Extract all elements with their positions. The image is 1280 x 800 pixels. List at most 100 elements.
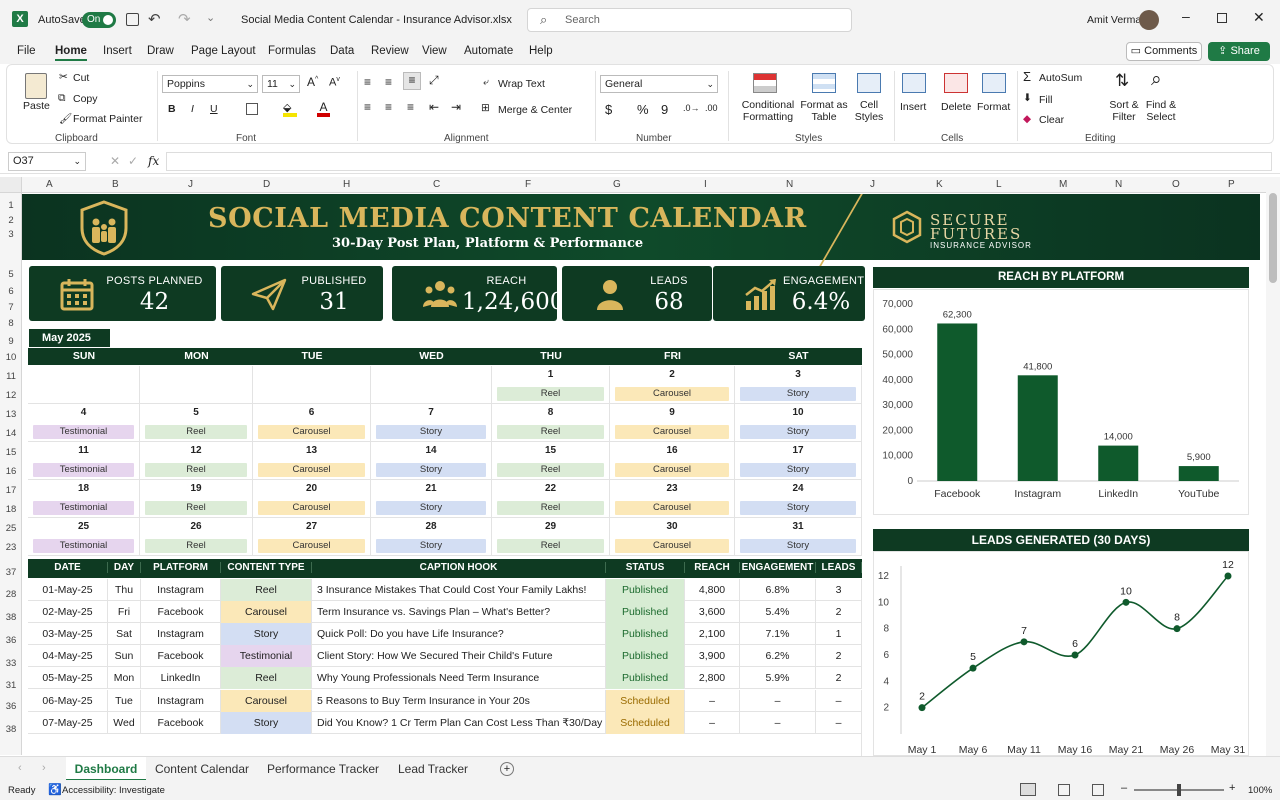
zoom-slider-thumb[interactable] xyxy=(1177,784,1181,796)
column-header[interactable]: L xyxy=(996,179,1002,190)
row-header[interactable]: 16 xyxy=(2,466,20,477)
table-header[interactable]: LEADS xyxy=(816,562,862,573)
calendar-day-cell[interactable]: 26 Reel xyxy=(140,518,253,556)
format-painter-button[interactable]: Format Painter xyxy=(73,113,142,125)
find-select-button[interactable]: Find & Select xyxy=(1141,99,1181,123)
menu-data[interactable]: Data xyxy=(330,45,354,57)
percent-icon[interactable]: % xyxy=(637,102,649,117)
redo-icon[interactable]: ↷ xyxy=(178,10,191,28)
calendar-day-cell[interactable]: 21 Story xyxy=(371,480,492,518)
column-header[interactable]: P xyxy=(1228,179,1235,190)
font-name-select[interactable]: Poppins ⌄ xyxy=(162,75,258,93)
bold-icon[interactable]: B xyxy=(168,103,176,115)
name-box[interactable]: O37 ⌄ xyxy=(8,152,86,171)
search-box[interactable]: ⌕ Search xyxy=(527,8,852,32)
calendar-day-cell[interactable]: 10 Story xyxy=(735,404,862,442)
table-row[interactable]: 01-May-25 Thu Instagram Reel 3 Insurance Mis… xyxy=(28,579,862,601)
align-bottom-icon[interactable]: ≡ xyxy=(403,72,421,90)
file-title[interactable]: Social Media Content Calendar - Insuranc… xyxy=(241,14,512,26)
row-header[interactable]: 3 xyxy=(2,229,20,240)
calendar-day-cell[interactable]: 2 Carousel xyxy=(610,366,735,404)
enter-icon[interactable]: ✓ xyxy=(128,154,138,168)
borders-icon[interactable] xyxy=(246,103,258,115)
row-header[interactable]: 25 xyxy=(2,523,20,534)
row-header[interactable]: 7 xyxy=(2,302,20,313)
column-header[interactable]: N xyxy=(1115,179,1122,190)
avatar[interactable] xyxy=(1139,10,1159,30)
calendar-day-cell[interactable]: 27 Carousel xyxy=(253,518,371,556)
menu-review[interactable]: Review xyxy=(371,45,409,57)
calendar-day-cell[interactable]: 7 Story xyxy=(371,404,492,442)
zoom-level[interactable]: 100% xyxy=(1248,785,1272,796)
clear-button[interactable]: Clear xyxy=(1039,114,1064,126)
number-format-select[interactable]: General ⌄ xyxy=(600,75,718,93)
table-header[interactable]: DATE xyxy=(28,562,108,573)
menu-view[interactable]: View xyxy=(422,45,447,57)
table-row[interactable]: 06-May-25 Tue Instagram Carousel 5 Reasons t… xyxy=(28,690,862,712)
row-header[interactable]: 37 xyxy=(2,567,20,578)
orientation-icon[interactable]: ⤢ xyxy=(429,73,439,88)
column-header[interactable]: I xyxy=(704,179,707,190)
column-header[interactable]: J xyxy=(188,179,193,190)
calendar-day-cell[interactable]: 13 Carousel xyxy=(253,442,371,480)
row-header[interactable]: 6 xyxy=(2,286,20,297)
insert-function-icon[interactable]: fx xyxy=(148,154,159,168)
row-header[interactable]: 17 xyxy=(2,485,20,496)
column-header[interactable]: A xyxy=(46,179,53,190)
copy-button[interactable]: Copy xyxy=(73,93,98,105)
calendar-day-cell[interactable]: 29 Reel xyxy=(492,518,610,556)
column-header[interactable]: M xyxy=(1059,179,1067,190)
column-header[interactable]: N xyxy=(786,179,793,190)
prev-sheet-icon[interactable]: ‹ xyxy=(18,762,22,774)
menu-formulas[interactable]: Formulas xyxy=(268,45,316,57)
select-all-corner[interactable] xyxy=(0,177,22,193)
comma-icon[interactable]: 9 xyxy=(661,102,668,117)
save-icon[interactable] xyxy=(126,13,139,26)
currency-icon[interactable]: $ xyxy=(605,102,612,117)
merge-center-button[interactable]: Merge & Center xyxy=(498,104,572,116)
column-header[interactable]: D xyxy=(263,179,270,190)
row-header[interactable]: 36 xyxy=(2,701,20,712)
calendar-day-cell[interactable] xyxy=(140,366,253,404)
calendar-day-cell[interactable]: 9 Carousel xyxy=(610,404,735,442)
menu-help[interactable]: Help xyxy=(529,45,553,57)
calendar-day-cell[interactable]: 23 Carousel xyxy=(610,480,735,518)
calendar-day-cell[interactable]: 28 Story xyxy=(371,518,492,556)
zoom-out-icon[interactable]: – xyxy=(1121,782,1127,794)
table-row[interactable]: 03-May-25 Sat Instagram Story Quick Poll: Do… xyxy=(28,623,862,645)
undo-icon[interactable]: ↶ xyxy=(148,10,161,28)
sheet-tab-dashboard[interactable]: Dashboard xyxy=(66,757,146,781)
calendar-day-cell[interactable]: 12 Reel xyxy=(140,442,253,480)
calendar-day-cell[interactable]: 24 Story xyxy=(735,480,862,518)
calendar-day-cell[interactable]: 18 Testimonial xyxy=(28,480,140,518)
menu-insert[interactable]: Insert xyxy=(103,45,132,57)
format-cells-button[interactable]: Format xyxy=(977,101,1010,113)
italic-icon[interactable]: I xyxy=(191,103,194,115)
calendar-day-cell[interactable]: 17 Story xyxy=(735,442,862,480)
menu-draw[interactable]: Draw xyxy=(147,45,174,57)
next-sheet-icon[interactable]: › xyxy=(42,762,46,774)
conditional-formatting-button[interactable]: Conditional Formatting xyxy=(733,99,803,123)
cut-button[interactable]: Cut xyxy=(73,72,89,84)
calendar-day-cell[interactable]: 31 Story xyxy=(735,518,862,556)
decrease-decimal-icon[interactable]: .00 xyxy=(705,103,718,113)
calendar-day-cell[interactable]: 16 Carousel xyxy=(610,442,735,480)
row-header[interactable]: 9 xyxy=(2,336,20,347)
calendar-day-cell[interactable]: 15 Reel xyxy=(492,442,610,480)
table-row[interactable]: 02-May-25 Fri Facebook Carousel Term Insuran… xyxy=(28,601,862,623)
table-row[interactable]: 05-May-25 Mon LinkedIn Reel Why Young Profes… xyxy=(28,667,862,689)
row-header[interactable]: 12 xyxy=(2,390,20,401)
page-break-view-icon[interactable] xyxy=(1092,784,1104,796)
table-row[interactable]: 07-May-25 Wed Facebook Story Did You Know? 1… xyxy=(28,712,862,734)
menu-page-layout[interactable]: Page Layout xyxy=(191,45,256,57)
accessibility-status[interactable]: Accessibility: Investigate xyxy=(62,785,165,796)
align-middle-icon[interactable]: ≡ xyxy=(385,75,392,89)
align-center-icon[interactable]: ≡ xyxy=(385,100,392,114)
menu-file[interactable]: File xyxy=(17,45,36,57)
normal-view-icon[interactable] xyxy=(1020,783,1036,796)
fill-color-icon[interactable]: ⬙ xyxy=(283,101,297,117)
sheet-tab-performance-tracker[interactable]: Performance Tracker xyxy=(262,757,384,781)
vertical-scrollbar[interactable] xyxy=(1266,177,1280,756)
table-row[interactable]: 04-May-25 Sun Facebook Testimonial Client St… xyxy=(28,645,862,667)
comments-button[interactable]: ▭ Comments xyxy=(1126,42,1202,61)
